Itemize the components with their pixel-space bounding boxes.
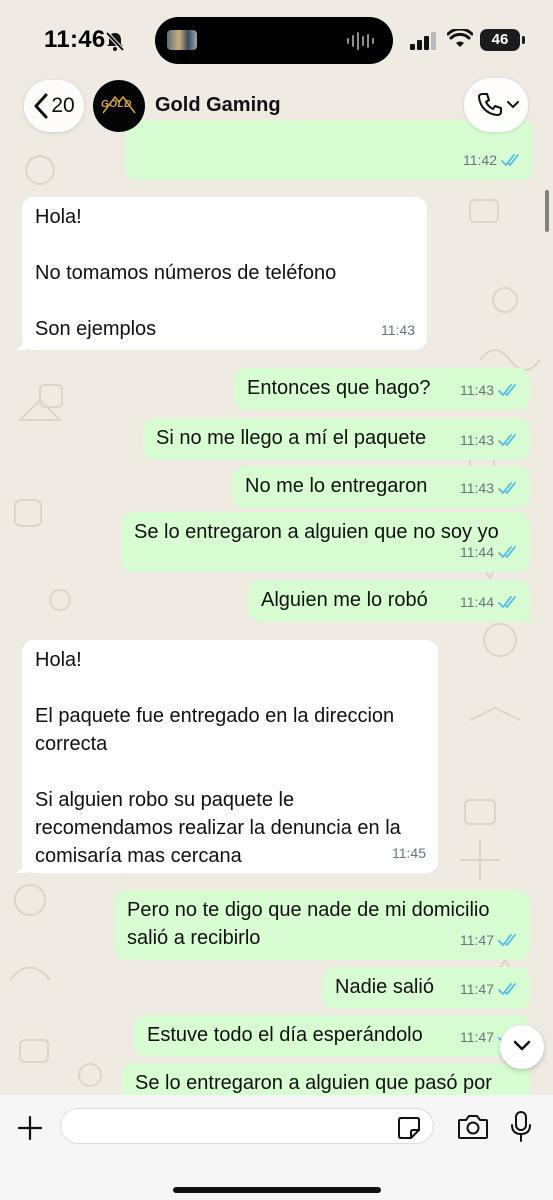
message-outgoing[interactable]: No me lo entregaron 11:43 <box>232 466 530 508</box>
avatar-logo-text: GOLD <box>101 99 132 110</box>
message-meta: 11:43 <box>460 376 518 404</box>
message-time: 11:43 <box>460 480 494 496</box>
message-input[interactable] <box>60 1108 434 1144</box>
battery-tip <box>522 36 525 44</box>
double-check-icon <box>498 546 516 558</box>
message-text: Se lo entregaron a alguien que pasó por <box>135 1072 492 1094</box>
wifi-icon <box>447 29 473 47</box>
message-text: Se lo entregaron a alguien que no soy yo <box>134 521 499 543</box>
double-check-icon <box>498 384 516 396</box>
message-time: 11:42 <box>463 152 497 168</box>
back-button[interactable]: 20 <box>24 80 84 132</box>
message-time: 11:47 <box>460 981 494 997</box>
dynamic-island <box>155 17 393 64</box>
status-bar: 11:46 46 <box>0 0 553 80</box>
message-outgoing[interactable]: Alguien me lo robó 11:44 <box>248 580 537 622</box>
chevron-down-icon <box>507 101 519 109</box>
contact-avatar[interactable]: GOLD <box>93 80 145 132</box>
double-check-icon <box>501 154 519 166</box>
microphone-icon[interactable] <box>510 1111 532 1143</box>
double-check-icon <box>498 434 516 446</box>
message-time: 11:47 <box>460 1029 494 1045</box>
composer-bar <box>0 1095 553 1200</box>
message-meta: 11:44 <box>460 538 518 566</box>
call-button[interactable] <box>464 78 528 132</box>
phone-icon <box>478 93 502 116</box>
bubble-tail <box>15 336 27 350</box>
sticker-icon[interactable] <box>397 1116 421 1140</box>
cellular-signal-icon <box>410 32 436 50</box>
chat-scrollbar[interactable] <box>545 190 549 232</box>
message-text: Hola! No tomamos números de teléfono Son… <box>35 206 337 340</box>
message-time: 11:43 <box>460 432 494 448</box>
home-indicator <box>173 1187 381 1193</box>
bubble-tail <box>15 859 27 873</box>
message-meta: 11:42 <box>463 146 521 174</box>
message-time: 11:43 <box>381 322 415 338</box>
message-meta: 11:45 <box>392 839 426 867</box>
message-time: 11:47 <box>460 932 494 948</box>
double-check-icon <box>498 482 516 494</box>
message-meta: 11:43 <box>460 474 518 502</box>
double-check-icon <box>498 983 516 995</box>
message-time: 11:44 <box>460 594 494 610</box>
battery-indicator: 46 <box>480 29 520 51</box>
message-meta: 11:47 <box>460 975 518 1003</box>
message-outgoing[interactable]: Se lo entregaron a alguien que no soy yo… <box>121 512 530 572</box>
now-playing-thumbnail <box>167 30 197 50</box>
double-check-icon <box>498 934 516 946</box>
message-meta: 11:47 <box>460 926 518 954</box>
message-outgoing[interactable]: Entonces que hago? 11:43 <box>234 368 530 410</box>
battery-level: 46 <box>491 31 509 48</box>
contact-name[interactable]: Gold Gaming <box>155 94 281 117</box>
message-outgoing[interactable]: Nadie salió 11:47 <box>322 967 530 1009</box>
message-outgoing[interactable]: Estuve todo el día esperándolo 11:47 <box>134 1015 530 1057</box>
bubble-tail <box>525 608 537 622</box>
double-check-icon <box>498 596 516 608</box>
message-time: 11:43 <box>460 382 494 398</box>
message-text: Pero no te digo que nade de mi domicilio… <box>127 899 490 949</box>
camera-icon[interactable] <box>457 1113 489 1141</box>
bell-muted-icon <box>105 31 125 52</box>
unread-count: 20 <box>51 94 75 117</box>
message-meta: 11:43 <box>381 316 415 344</box>
scroll-to-bottom-button[interactable] <box>500 1025 544 1069</box>
message-time: 11:44 <box>460 544 494 560</box>
message-incoming[interactable]: Hola! El paquete fue entregado en la dir… <box>15 640 438 873</box>
message-meta: 11:43 <box>460 426 518 454</box>
chat-header: 20 GOLD Gold Gaming <box>0 78 553 144</box>
message-meta: 11:44 <box>460 588 518 616</box>
message-text: Hola! El paquete fue entregado en la dir… <box>35 649 401 867</box>
message-incoming[interactable]: Hola! No tomamos números de teléfono Son… <box>15 197 427 350</box>
chevron-down-icon <box>513 1040 531 1051</box>
audio-wave-icon <box>347 32 374 50</box>
status-time: 11:46 <box>44 26 106 53</box>
message-outgoing[interactable]: Si no me llego a mí el paquete 11:43 <box>143 418 530 460</box>
plus-icon[interactable] <box>17 1115 43 1141</box>
message-outgoing[interactable]: Pero no te digo que nade de mi domicilio… <box>114 890 530 960</box>
chevron-left-icon <box>34 93 48 119</box>
message-time: 11:45 <box>392 845 426 861</box>
